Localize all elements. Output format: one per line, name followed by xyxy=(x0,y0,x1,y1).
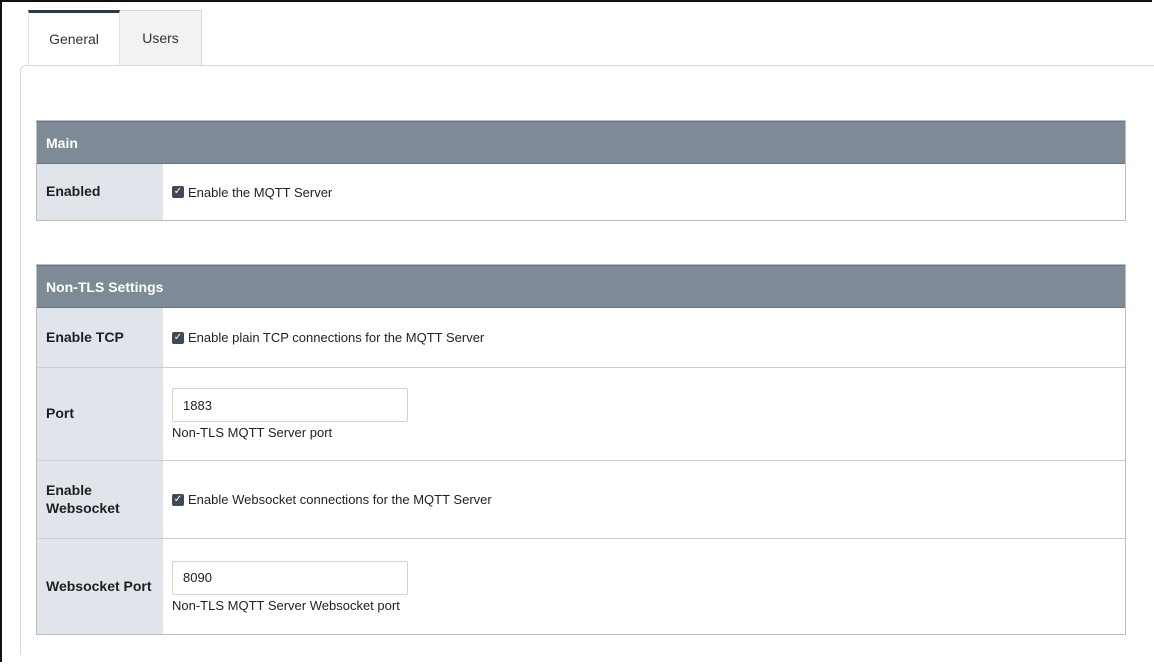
enable-websocket-value: ✓ Enable Websocket connections for the M… xyxy=(163,461,1125,538)
enable-tcp-value: ✓ Enable plain TCP connections for the M… xyxy=(163,308,1125,367)
tab-bar: General Users xyxy=(28,10,202,66)
enable-tcp-row: Enable TCP ✓ Enable plain TCP connection… xyxy=(37,308,1125,367)
enable-websocket-checkbox[interactable]: ✓ xyxy=(172,493,184,506)
enable-websocket-label-line1: Enable xyxy=(46,482,92,498)
websocket-port-hint: Non-TLS MQTT Server Websocket port xyxy=(172,597,400,613)
enabled-label: Enabled xyxy=(37,164,163,220)
port-input[interactable] xyxy=(172,388,408,422)
checkmark-icon: ✓ xyxy=(173,186,183,197)
non-tls-section: Non-TLS Settings Enable TCP ✓ Enable pla… xyxy=(36,264,1126,635)
non-tls-section-title: Non-TLS Settings xyxy=(46,278,164,295)
port-hint: Non-TLS MQTT Server port xyxy=(172,425,333,440)
enable-websocket-checkbox-line[interactable]: ✓ Enable Websocket connections for the M… xyxy=(172,492,1125,507)
port-value: Non-TLS MQTT Server port xyxy=(163,368,1125,460)
enable-websocket-label-line2: Websocket xyxy=(46,499,120,516)
websocket-port-input[interactable] xyxy=(172,560,408,595)
tab-general-label: General xyxy=(49,31,99,47)
tab-users[interactable]: Users xyxy=(120,10,202,65)
main-section-title: Main xyxy=(46,134,78,151)
enabled-value: ✓ Enable the MQTT Server xyxy=(163,164,1125,220)
websocket-port-label: Websocket Port xyxy=(37,539,163,634)
non-tls-section-header: Non-TLS Settings xyxy=(37,265,1125,308)
port-row: Port Non-TLS MQTT Server port xyxy=(37,367,1125,460)
enabled-checkbox-line[interactable]: ✓ Enable the MQTT Server xyxy=(172,185,1125,200)
enable-tcp-checkbox[interactable]: ✓ xyxy=(172,331,184,344)
enable-tcp-checkbox-label: Enable plain TCP connections for the MQT… xyxy=(188,330,485,345)
enable-tcp-label: Enable TCP xyxy=(37,308,163,367)
tab-general[interactable]: General xyxy=(28,10,120,65)
enable-websocket-label: Enable Websocket xyxy=(37,461,163,538)
enabled-checkbox[interactable]: ✓ xyxy=(172,186,184,198)
checkmark-icon: ✓ xyxy=(173,493,183,505)
enabled-row: Enabled ✓ Enable the MQTT Server xyxy=(37,164,1125,220)
enable-websocket-checkbox-label: Enable Websocket connections for the MQT… xyxy=(188,492,492,507)
websocket-port-row: Websocket Port Non-TLS MQTT Server Webso… xyxy=(37,538,1125,634)
enable-websocket-row: Enable Websocket ✓ Enable Websocket conn… xyxy=(37,460,1125,538)
enabled-checkbox-label: Enable the MQTT Server xyxy=(188,184,333,200)
checkmark-icon: ✓ xyxy=(173,331,183,343)
port-label: Port xyxy=(37,368,163,460)
main-section: Main Enabled ✓ Enable the MQTT Server xyxy=(36,120,1126,221)
websocket-port-value: Non-TLS MQTT Server Websocket port xyxy=(163,539,1125,634)
main-section-header: Main xyxy=(37,121,1125,164)
enable-tcp-checkbox-line[interactable]: ✓ Enable plain TCP connections for the M… xyxy=(172,330,1125,345)
tab-users-label: Users xyxy=(142,30,179,46)
